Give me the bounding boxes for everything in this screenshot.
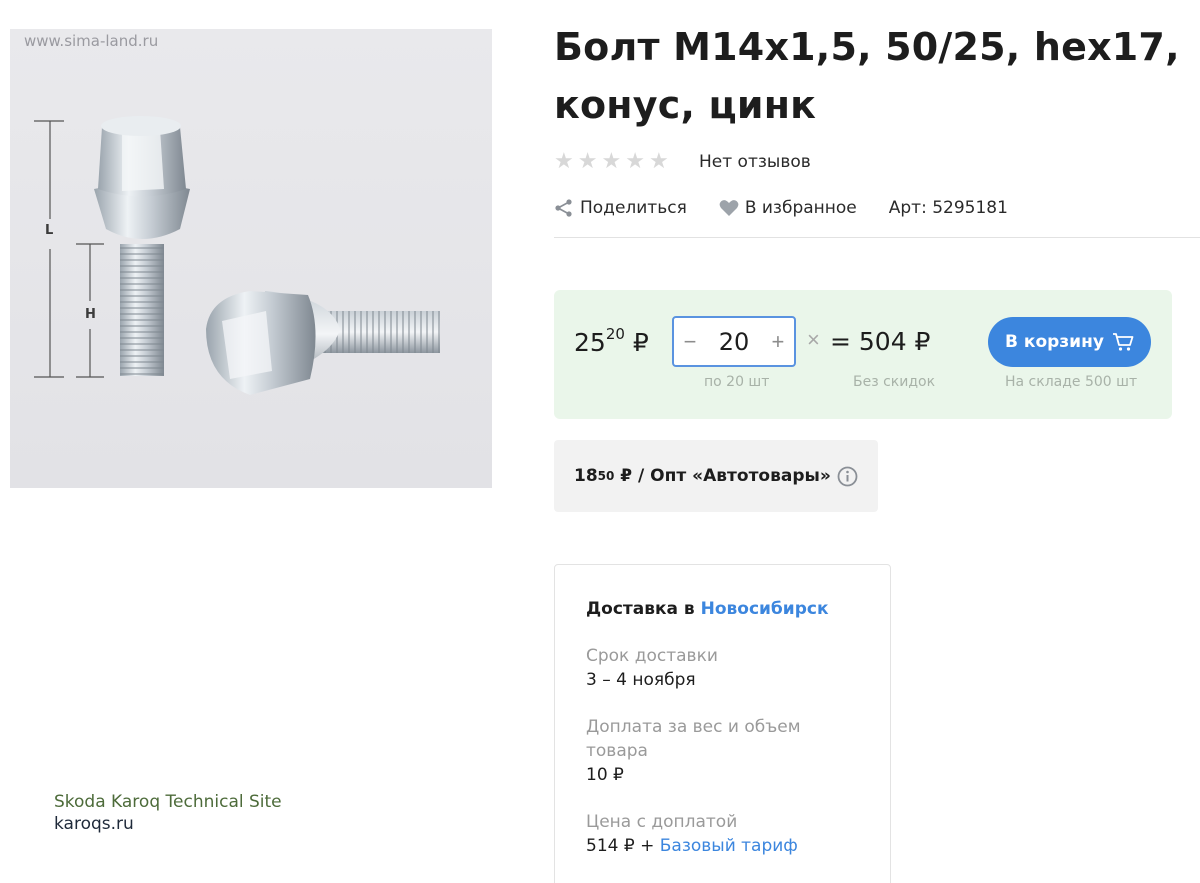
divider <box>554 237 1200 238</box>
pack-note: по 20 шт <box>704 374 770 390</box>
delivery-term-label: Срок доставки <box>586 646 718 666</box>
share-label: Поделиться <box>580 198 687 218</box>
minus-icon[interactable]: − <box>680 329 700 355</box>
surcharge-label: Доплата за вес и объем товара <box>586 717 801 761</box>
product-title: Болт М14х1,5, 50/25, hex17, конус, цинк <box>554 25 1180 127</box>
delivery-term-value: 3 – 4 ноября <box>586 670 696 690</box>
favorite-label: В избранное <box>744 198 857 218</box>
discount-note: Без скидок <box>853 374 936 390</box>
multiply-sign: × <box>807 327 820 352</box>
dimension-l-label: L <box>45 223 54 238</box>
bolt-illustration <box>34 116 440 395</box>
price-with-surcharge-value: 514 ₽ + Базовый тариф <box>586 836 798 856</box>
quantity-stepper[interactable]: − 20 + <box>672 316 796 367</box>
quantity-value[interactable]: 20 <box>719 328 750 356</box>
site-watermark-url: karoqs.ru <box>54 814 134 834</box>
site-watermark-title: Skoda Karoq Technical Site <box>54 792 282 812</box>
surcharge-value: 10 ₽ <box>586 765 624 785</box>
wholesale-price: 18 50 ₽ / Опт «Автотовары» <box>554 440 878 512</box>
star-icon[interactable]: ★ <box>601 150 621 172</box>
favorite-button[interactable]: В избранное <box>719 198 857 218</box>
star-icon[interactable]: ★ <box>554 150 574 172</box>
price-with-surcharge-label: Цена с доплатой <box>586 812 738 832</box>
info-icon[interactable] <box>837 466 858 487</box>
product-actions: Поделиться В избранное Арт: 5295181 <box>554 198 1008 218</box>
dimension-h-label: H <box>85 307 96 322</box>
rating-stars[interactable]: ★ ★ ★ ★ ★ <box>554 150 669 172</box>
total-price: = 504 ₽ <box>830 327 931 356</box>
delivery-card: Доставка в Новосибирск Срок доставки 3 –… <box>554 564 891 883</box>
delivery-title: Доставка в Новосибирск <box>586 599 829 619</box>
tariff-link[interactable]: Базовый тариф <box>660 836 798 856</box>
plus-icon[interactable]: + <box>768 329 788 355</box>
share-button[interactable]: Поделиться <box>554 198 687 218</box>
star-icon[interactable]: ★ <box>649 150 669 172</box>
site-watermark: Skoda Karoq Technical Site karoqs.ru <box>54 791 282 835</box>
heart-icon <box>719 200 739 216</box>
price-block: 2520 ₽ − 20 + × = 504 ₽ В корзину по 20 … <box>554 290 1172 419</box>
unit-price: 2520 ₽ <box>574 325 649 357</box>
product-image[interactable]: www.sima-land.ru L H <box>10 29 492 488</box>
cart-icon <box>1112 333 1134 351</box>
stock-note: На складе 500 шт <box>1005 374 1138 390</box>
city-link[interactable]: Новосибирск <box>701 599 829 619</box>
article-number: Арт: 5295181 <box>888 198 1008 218</box>
cart-button-label: В корзину <box>1005 332 1104 352</box>
add-to-cart-button[interactable]: В корзину <box>988 317 1151 367</box>
share-icon <box>555 199 572 217</box>
star-icon[interactable]: ★ <box>625 150 645 172</box>
star-icon[interactable]: ★ <box>578 150 598 172</box>
reviews-link[interactable]: Нет отзывов <box>699 152 811 172</box>
